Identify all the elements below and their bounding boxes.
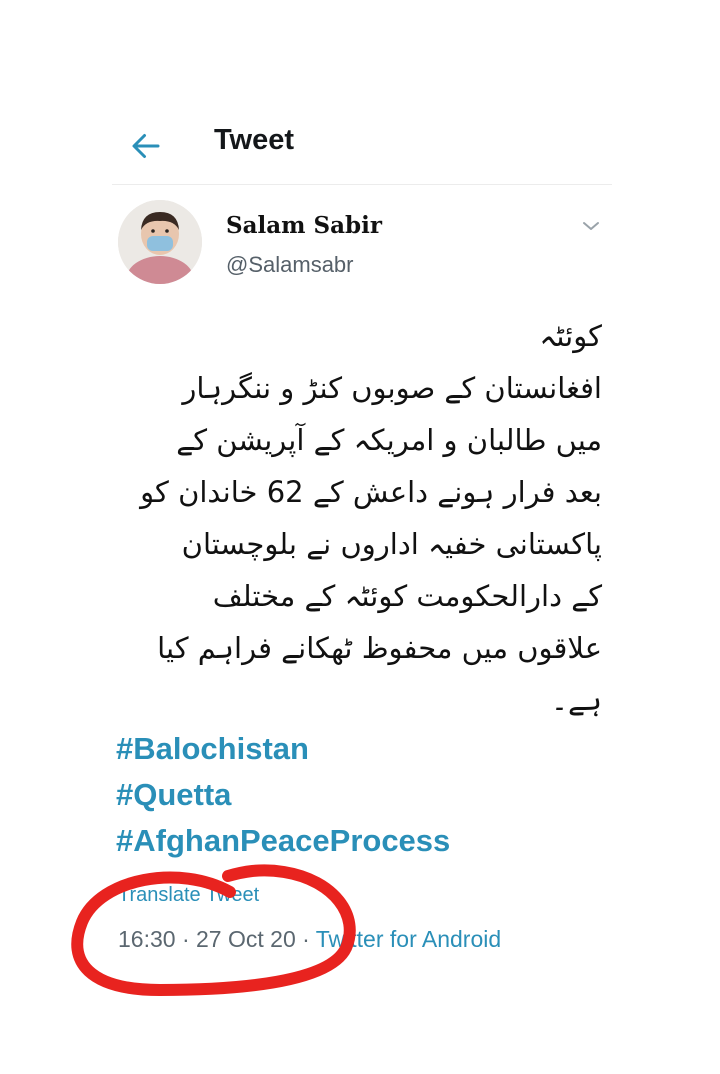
tweet-time: 16:30 bbox=[118, 926, 176, 952]
red-circle-annotation bbox=[71, 864, 356, 997]
page-title: Tweet bbox=[214, 124, 295, 156]
top-bar: Tweet bbox=[112, 112, 612, 185]
separator-dot: · bbox=[302, 926, 316, 952]
chevron-down-icon bbox=[583, 222, 599, 230]
tweet-line: کوئٹہ bbox=[539, 319, 602, 353]
tweet-source-link[interactable]: Twitter for Android bbox=[316, 926, 501, 952]
hashtag-link[interactable]: #AfghanPeaceProcess bbox=[116, 818, 450, 864]
tweet-line: ہے۔ bbox=[551, 683, 602, 717]
tweet-line: افغانستان کے صوبوں کنڑ و ننگرہار bbox=[182, 371, 602, 405]
child-avatar-icon bbox=[118, 200, 202, 284]
tweet-line: کے دارالحکومت کوئٹہ کے مختلف bbox=[212, 579, 602, 613]
tweet-line: بعد فرار ہونے داعش کے 62 خاندان کو bbox=[140, 475, 602, 509]
avatar[interactable] bbox=[118, 200, 202, 284]
tweet-metadata: 16:30 · 27 Oct 20 · Twitter for Android bbox=[118, 926, 501, 953]
separator-dot: · bbox=[181, 926, 197, 952]
tweet-line: علاقوں میں محفوظ ٹھکانے فراہم کیا bbox=[157, 631, 602, 665]
tweet-date: 27 Oct 20 bbox=[196, 926, 296, 952]
back-button[interactable] bbox=[122, 122, 170, 170]
tweet-line: پاکستانی خفیہ اداروں نے بلوچستان bbox=[181, 527, 602, 561]
author-name[interactable]: Salam Sabir bbox=[226, 212, 382, 239]
hashtag-list: #Balochistan #Quetta #AfghanPeaceProcess bbox=[116, 726, 450, 864]
translate-tweet-link[interactable]: Translate Tweet bbox=[118, 884, 259, 907]
tweet-line: میں طالبان و امریکہ کے آپریشن کے bbox=[176, 423, 602, 457]
hashtag-link[interactable]: #Quetta bbox=[116, 772, 450, 818]
author-handle[interactable]: @Salamsabr bbox=[226, 252, 354, 278]
more-options-button[interactable] bbox=[580, 218, 602, 234]
hashtag-link[interactable]: #Balochistan bbox=[116, 726, 450, 772]
arrow-left-icon bbox=[132, 134, 160, 158]
tweet-text: کوئٹہ افغانستان کے صوبوں کنڑ و ننگرہار م… bbox=[110, 310, 602, 726]
tweet-detail-page: Tweet Salam Sabir @Salamsabr کوئٹہ افغان… bbox=[0, 0, 720, 1074]
